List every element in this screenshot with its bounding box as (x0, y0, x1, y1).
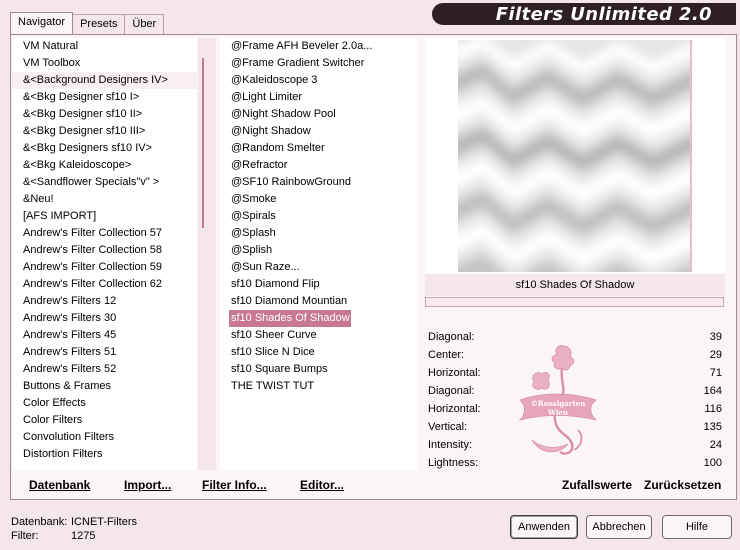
parameter-value[interactable]: 135 (704, 419, 722, 436)
category-item[interactable]: &<Bkg Kaleidoscope> (12, 157, 197, 174)
filter-item[interactable]: @Frame AFH Beveler 2.0a... (220, 38, 417, 55)
category-item[interactable]: &<Background Designers IV> (12, 72, 197, 89)
editor-link-label: Editor... (300, 478, 345, 492)
parameter-label: Diagonal: (428, 385, 475, 397)
filter-info-link[interactable]: Filter Info... (202, 478, 267, 492)
category-item[interactable]: &<Bkg Designer sf10 II> (12, 106, 197, 123)
category-list[interactable]: VM Natural VM Toolbox &<Background Designe… (12, 38, 197, 470)
category-item[interactable]: VM Toolbox (12, 55, 197, 72)
title-banner: Filters Unlimited 2.0 (432, 3, 736, 25)
filter-item[interactable]: @Night Shadow Pool (220, 106, 417, 123)
progress-bar (425, 297, 724, 307)
category-item[interactable]: Color Filters (12, 412, 197, 429)
category-item[interactable]: Andrew's Filter Collection 62 (12, 276, 197, 293)
parameter-value[interactable]: 116 (704, 401, 722, 418)
cancel-button[interactable]: Abbrechen (586, 515, 652, 539)
parameter-value[interactable]: 71 (710, 365, 722, 382)
parameter-label: Vertical: (428, 421, 468, 433)
filter-item[interactable]: @Light Limiter (220, 89, 417, 106)
database-link-label: Datenbank (29, 478, 91, 492)
filter-item[interactable]: @Night Shadow (220, 123, 417, 140)
import-link-label: Import... (124, 478, 172, 492)
reset-link[interactable]: Zurücksetzen (644, 478, 721, 492)
filter-item[interactable]: @Frame Gradient Switcher (220, 55, 417, 72)
parameter-value[interactable]: 24 (710, 437, 722, 454)
parameter-label: Lightness: (428, 457, 479, 469)
database-link[interactable]: Datenbank (29, 478, 90, 492)
import-link[interactable]: Import... (124, 478, 171, 492)
category-item[interactable]: &<Bkg Designers sf10 IV> (12, 140, 197, 157)
filter-item[interactable]: @Sun Raze... (220, 259, 417, 276)
database-status-label: Datenbank: (11, 516, 68, 528)
parameter-label: Horizontal: (428, 367, 481, 379)
parameter-label: Center: (428, 349, 465, 361)
parameter-value[interactable]: 39 (710, 329, 722, 346)
bottom-link-bar: Datenbank Import... Filter Info... Edito… (12, 472, 422, 498)
filter-item[interactable]: @Kaleidoscope 3 (220, 72, 417, 89)
parameter-value[interactable]: 164 (704, 383, 722, 400)
tab-navigator[interactable]: Navigator (10, 12, 74, 34)
category-item[interactable]: Andrew's Filter Collection 57 (12, 225, 197, 242)
filter-item[interactable]: @Spirals (220, 208, 417, 225)
category-item[interactable]: Andrew's Filter Collection 58 (12, 242, 197, 259)
help-button[interactable]: Hilfe (662, 515, 732, 539)
current-filter-name: sf10 Shades Of Shadow (425, 274, 725, 296)
filter-item[interactable]: @Refractor (220, 157, 417, 174)
preview-image (458, 40, 690, 272)
category-item[interactable]: Buttons & Frames (12, 378, 197, 395)
database-status-value: ICNET-Filters (71, 516, 137, 528)
apply-button[interactable]: Anwenden (510, 515, 578, 539)
category-item[interactable]: Andrew's Filters 51 (12, 344, 197, 361)
tab-uber[interactable]: Über (124, 14, 165, 34)
category-item[interactable]: Distortion Filters (12, 446, 197, 463)
tab-presets[interactable]: Presets (72, 14, 126, 34)
parameter-label: Diagonal: (428, 331, 475, 343)
category-item[interactable]: Andrew's Filters 30 (12, 310, 197, 327)
watermark-text-2: Wien (547, 408, 568, 417)
filter-count-value: 1275 (71, 530, 96, 542)
scrollbar-thumb[interactable] (202, 58, 204, 228)
filter-info-link-label: Filter Info... (202, 478, 267, 492)
category-item[interactable]: VM Natural (12, 38, 197, 55)
filter-item[interactable]: @Splish (220, 242, 417, 259)
filter-item[interactable]: sf10 Diamond Mountian (220, 293, 417, 310)
filter-list[interactable]: @Frame AFH Beveler 2.0a... @Frame Gradien… (220, 38, 417, 470)
filter-item[interactable]: sf10 Square Bumps (220, 361, 417, 378)
category-item[interactable]: Andrew's Filters 52 (12, 361, 197, 378)
rosalgarten-watermark-logo: ©Rosalgarten Wien (518, 345, 598, 455)
parameter-value[interactable]: 100 (704, 455, 722, 472)
preview-pattern (458, 40, 690, 272)
category-item[interactable]: &<Bkg Designer sf10 III> (12, 123, 197, 140)
filter-item[interactable]: sf10 Slice N Dice (220, 344, 417, 361)
editor-link[interactable]: Editor... (300, 478, 344, 492)
parameter-label: Horizontal: (428, 403, 481, 415)
filters-unlimited-dialog: Navigator Presets Über Filters Unlimited… (0, 0, 740, 550)
tab-bar: Navigator Presets Über (10, 12, 165, 34)
category-item[interactable]: Andrew's Filters 45 (12, 327, 197, 344)
filter-item[interactable]: sf10 Diamond Flip (220, 276, 417, 293)
filter-item[interactable]: THE TWIST TUT (220, 378, 417, 395)
preview-edge (690, 40, 692, 272)
filter-item[interactable]: sf10 Sheer Curve (220, 327, 417, 344)
filter-item[interactable]: @Splash (220, 225, 417, 242)
category-item[interactable]: [AFS IMPORT] (12, 208, 197, 225)
category-item[interactable]: &Neu! (12, 191, 197, 208)
filter-count-label: Filter: (11, 530, 39, 542)
watermark-text-1: ©Rosalgarten (531, 399, 586, 408)
random-values-link[interactable]: Zufallswerte (562, 478, 632, 492)
filter-item[interactable]: @SF10 RainbowGround (220, 174, 417, 191)
category-item[interactable]: Convolution Filters (12, 429, 197, 446)
filter-item[interactable]: sf10 Shades Of Shadow (229, 310, 351, 327)
category-item[interactable]: Andrew's Filters 12 (12, 293, 197, 310)
parameter-label: Intensity: (428, 439, 473, 451)
category-item[interactable]: &<Sandflower Specials"v" > (12, 174, 197, 191)
parameter-value[interactable]: 29 (710, 347, 722, 364)
category-item[interactable]: Andrew's Filter Collection 59 (12, 259, 197, 276)
category-item[interactable]: &<Bkg Designer sf10 I> (12, 89, 197, 106)
category-item[interactable]: Color Effects (12, 395, 197, 412)
filter-item[interactable]: @Smoke (220, 191, 417, 208)
app-title: Filters Unlimited 2.0 (495, 4, 712, 25)
filter-item[interactable]: @Random Smelter (220, 140, 417, 157)
category-scrollbar[interactable] (198, 38, 216, 470)
